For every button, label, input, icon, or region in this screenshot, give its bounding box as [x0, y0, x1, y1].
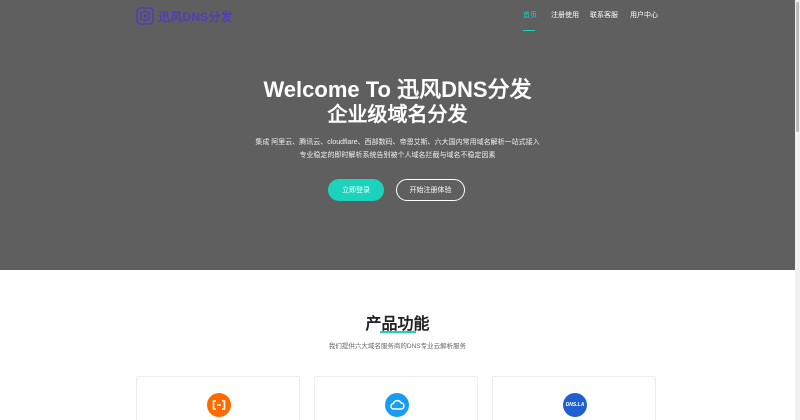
hero-title-line2: 企业级域名分发 — [327, 104, 468, 126]
dnsla-icon: DNS.LA — [563, 393, 587, 417]
nav-item-user-center[interactable]: 用户中心 — [630, 10, 658, 20]
feature-card-tencent-cloud[interactable] — [314, 376, 478, 420]
register-button[interactable]: 开始注册体验 — [396, 179, 465, 201]
feature-card-aliyun[interactable] — [136, 376, 300, 420]
hero-description-line1: 集成 阿里云、腾讯云、cloudflare、西部数码、帝恩艾斯、六大国内常用域名… — [255, 139, 540, 146]
nav-item-register[interactable]: 注册使用 — [551, 10, 579, 20]
tencent-cloud-icon — [385, 393, 409, 417]
nav-active-indicator — [523, 30, 535, 31]
dnsla-icon-text: DNS.LA — [565, 402, 585, 408]
hero-description-line2: 专业稳定的即时解析系统告别被个人域名拦截与域名不稳定因素 — [299, 152, 496, 159]
login-button[interactable]: 立即登录 — [328, 179, 384, 201]
scrollbar-thumb[interactable] — [796, 2, 799, 132]
top-navbar: 迅风DNS分发 首页 注册使用 联系客服 用户中心 — [0, 0, 795, 32]
feature-card-dnsla[interactable]: DNS.LA — [492, 376, 656, 420]
features-subtitle: 我们提供六大域名服务商的DNS专业云解析服务 — [328, 343, 467, 350]
hero-section: 迅风DNS分发 首页 注册使用 联系客服 用户中心 Welcome To 迅风D… — [0, 0, 795, 270]
aliyun-icon — [207, 393, 231, 417]
nav-menu: 首页 注册使用 联系客服 用户中心 — [0, 10, 795, 31]
nav-item-support[interactable]: 联系客服 — [590, 10, 618, 20]
features-title-underline — [380, 331, 416, 333]
nav-item-home[interactable]: 首页 — [523, 10, 537, 20]
page-scrollbar[interactable] — [795, 0, 800, 420]
